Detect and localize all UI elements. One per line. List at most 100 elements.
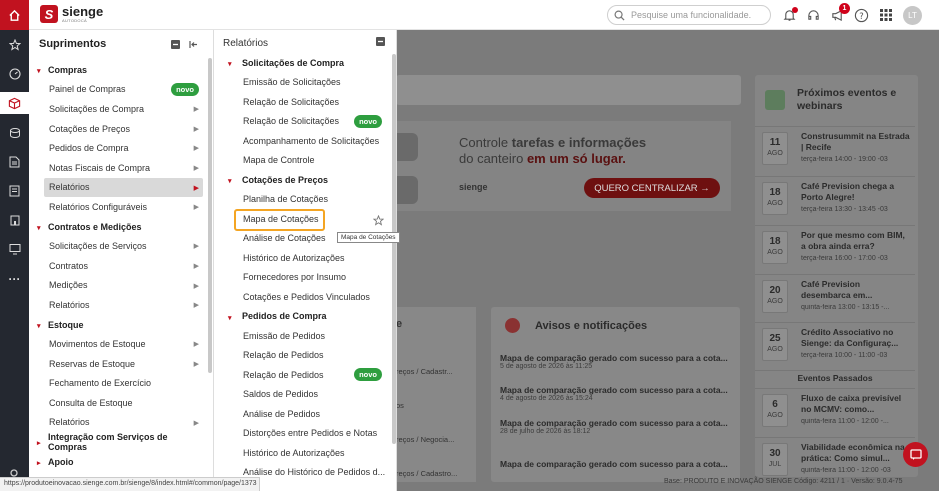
rail-suprimentos[interactable]	[0, 92, 29, 114]
report-item[interactable]: Relação de Pedidos	[214, 346, 392, 366]
collapse-all-icon[interactable]	[171, 40, 180, 49]
report-item[interactable]: Relação de Pedidos novo	[214, 365, 392, 385]
report-item[interactable]: Emissão de Solicitações	[214, 73, 392, 93]
menu-item[interactable]: Cotações de Preços ▶	[29, 119, 207, 139]
rail-more[interactable]: ···	[0, 268, 29, 290]
report-item[interactable]: Fornecedores por Insumo	[214, 268, 392, 288]
search-input[interactable]: Pesquise uma funcionalidade.	[607, 5, 771, 25]
event-item[interactable]: 20 AGO Café Prevision desembarca em... quin…	[755, 274, 915, 314]
section-label: Compras	[48, 64, 88, 75]
chevron-right-icon: ▶	[193, 125, 199, 133]
menu-item-label: Reservas de Estoque	[49, 358, 136, 369]
menu-item-label: Solicitações de Serviços	[49, 241, 147, 252]
report-section[interactable]: ▾ Pedidos de Compra	[214, 307, 392, 327]
menu-item[interactable]: Medições ▶	[29, 276, 207, 296]
rail-building[interactable]	[0, 209, 29, 231]
menu-item[interactable]: Relatórios ▶	[29, 413, 207, 433]
apps-button[interactable]	[878, 7, 894, 23]
notification-item[interactable]: Mapa de comparação gerado com sucesso pa…	[500, 418, 730, 435]
pin-panel-icon[interactable]	[189, 40, 198, 49]
collapse-all-icon[interactable]	[376, 37, 385, 46]
rail-documents[interactable]	[0, 151, 29, 173]
report-item[interactable]: Mapa de Controle	[214, 151, 392, 171]
menu-item[interactable]: Solicitações de Serviços ▶	[29, 236, 207, 256]
report-item[interactable]: Cotações e Pedidos Vinculados	[214, 287, 392, 307]
event-date: 18 AGO	[762, 231, 788, 264]
menu-item[interactable]: Relatórios ▶	[44, 177, 203, 198]
list-icon	[9, 185, 20, 197]
relatorios-menu: Relatórios ▾ Solicitações de Compra Emissã…	[214, 30, 397, 491]
menu-item[interactable]: Contratos ▶	[29, 256, 207, 276]
menu-item[interactable]: Consulta de Estoque	[29, 393, 207, 413]
event-month: AGO	[767, 298, 783, 305]
rail-dashboard[interactable]	[0, 63, 29, 85]
suprimentos-list: ▾ Compras Painel de Compras novo Solicitaçõe…	[29, 60, 207, 471]
menu-item[interactable]: Notas Fiscais de Compra ▶	[29, 158, 207, 178]
scrollbar[interactable]	[208, 58, 212, 373]
section-label: Estoque	[48, 319, 84, 330]
home-button[interactable]	[0, 0, 29, 30]
event-name: Crédito Associativo no Sienge: da Config…	[801, 327, 899, 348]
report-section[interactable]: ▾ Cotações de Preços	[214, 170, 392, 190]
caret-icon: ▾	[37, 68, 41, 75]
menu-item[interactable]: Reservas de Estoque ▶	[29, 354, 207, 374]
sienge-logo[interactable]: S sienge AUTODOCÁ	[40, 5, 103, 23]
report-item[interactable]: Relação de Solicitações novo	[214, 112, 392, 132]
menu-item[interactable]: Pedidos de Compra ▶	[29, 138, 207, 158]
notifications-button[interactable]	[781, 7, 798, 23]
report-item[interactable]: Análise de Pedidos	[214, 404, 392, 424]
menu-item[interactable]: Relatórios Configuráveis ▶	[29, 197, 207, 217]
report-item[interactable]: Histórico de Autorizações	[214, 443, 392, 463]
event-date: 11 AGO	[762, 132, 788, 165]
menu-section[interactable]: ▾ Compras	[29, 60, 207, 80]
report-item[interactable]: Histórico de Autorizações	[214, 248, 392, 268]
menu-item[interactable]: Solicitações de Compra ▶	[29, 99, 207, 119]
more-icon: ···	[8, 272, 21, 286]
menu-section[interactable]: ▸ Integração com Serviços de Compras	[29, 432, 207, 452]
logo-name: sienge	[62, 3, 104, 19]
report-item[interactable]: Acompanhamento de Solicitações	[214, 131, 392, 151]
event-item[interactable]: 11 AGO Construsummit na Estrada | Recife te…	[755, 126, 915, 166]
banner-cta-button[interactable]: QUERO CENTRALIZAR →	[584, 178, 720, 198]
user-avatar[interactable]: LT	[903, 6, 922, 25]
notification-item[interactable]: Mapa de comparação gerado com sucesso pa…	[500, 385, 730, 402]
rail-financeiro[interactable]	[0, 122, 29, 144]
event-time: terça-feira 14:00 - 19:00 -03	[801, 156, 888, 163]
event-day: 18	[769, 187, 781, 198]
rail-reports[interactable]	[0, 180, 29, 202]
menu-section[interactable]: ▾ Estoque	[29, 315, 207, 335]
report-item[interactable]: Planilha de Cotações	[214, 190, 392, 210]
event-item[interactable]: 25 AGO Crédito Associativo no Sienge: da C…	[755, 322, 915, 362]
menu-section[interactable]: ▸ Apoio	[29, 452, 207, 472]
report-item[interactable]: Relação de Solicitações	[214, 92, 392, 112]
help-button[interactable]: ?	[853, 7, 869, 23]
rail-monitor[interactable]	[0, 238, 29, 260]
report-item-label: Saldos de Pedidos	[243, 389, 319, 400]
event-item[interactable]: 18 AGO Café Prevision chega a Porto Alegre…	[755, 176, 915, 216]
notification-item[interactable]: Mapa de comparação gerado com sucesso pa…	[500, 459, 730, 469]
menu-item-label: Movimentos de Estoque	[49, 339, 146, 350]
app-root: { "brand": {"name": "sienge", "sub": "AU…	[0, 0, 939, 491]
menu-item[interactable]: Movimentos de Estoque ▶	[29, 334, 207, 354]
report-section[interactable]: ▾ Solicitações de Compra	[214, 53, 392, 73]
report-item[interactable]: Emissão de Pedidos	[214, 326, 392, 346]
menu-item[interactable]: Fechamento de Exercício	[29, 374, 207, 394]
report-item[interactable]: Distorções entre Pedidos e Notas	[214, 424, 392, 444]
notification-item[interactable]: Mapa de comparação gerado com sucesso pa…	[500, 353, 730, 370]
event-date: 25 AGO	[762, 328, 788, 361]
report-item[interactable]: Saldos de Pedidos	[214, 385, 392, 405]
event-item[interactable]: 18 AGO Por que mesmo com BIM, a obra ainda…	[755, 225, 915, 265]
favorite-star-icon[interactable]	[373, 215, 384, 226]
dim-card	[396, 75, 741, 105]
menu-section[interactable]: ▾ Contratos e Medições	[29, 217, 207, 237]
scrollbar[interactable]	[392, 54, 396, 444]
menu-item[interactable]: Relatórios ▶	[29, 295, 207, 315]
event-item[interactable]: 6 AGO Fluxo de caixa previsível no MCMV: c…	[755, 388, 915, 428]
chat-button[interactable]	[903, 442, 928, 467]
support-button[interactable]	[805, 7, 821, 23]
caret-icon: ▸	[37, 459, 41, 467]
menu-item[interactable]: Painel de Compras novo	[29, 80, 207, 100]
rail-favorites[interactable]	[0, 34, 29, 56]
new-badge: novo	[354, 368, 382, 381]
event-item[interactable]: 30 JUL Viabilidade econômica na prática: C…	[755, 437, 915, 477]
